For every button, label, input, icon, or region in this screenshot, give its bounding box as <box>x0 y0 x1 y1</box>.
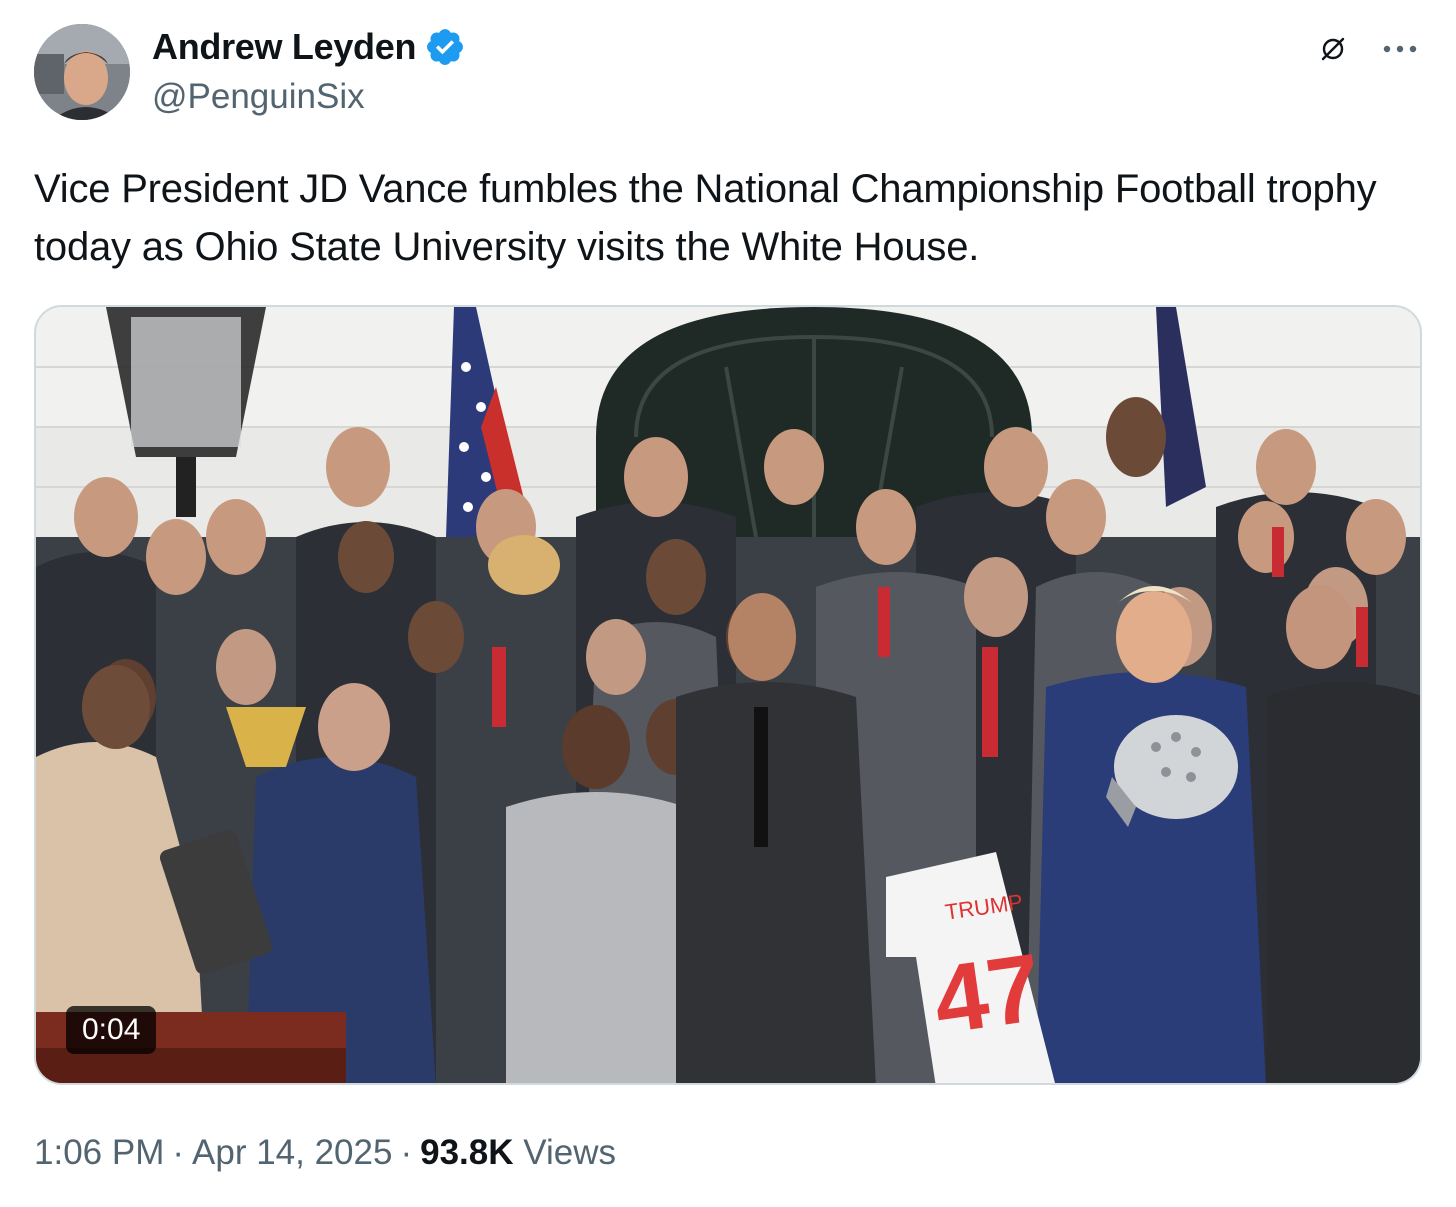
avatar[interactable] <box>34 24 130 120</box>
views-count[interactable]: 93.8K <box>420 1133 513 1172</box>
tweet-text: Vice President JD Vance fumbles the Nati… <box>34 167 1377 269</box>
author-row: Andrew Leyden <box>152 26 466 68</box>
avatar-photo <box>34 24 130 120</box>
tweet-meta: 1:06 PM · Apr 14, 2025 · 93.8K Views <box>34 1133 616 1173</box>
video-duration: 0:04 <box>66 1006 157 1054</box>
grok-icon[interactable] <box>1318 34 1348 64</box>
video-thumbnail: TRUMP 47 <box>36 307 1420 1083</box>
verified-badge-icon <box>427 29 464 65</box>
author-name[interactable]: Andrew Leyden <box>152 26 416 68</box>
jersey-number: 47 <box>927 934 1048 1055</box>
more-icon[interactable] <box>1380 34 1420 64</box>
tweet-time[interactable]: 1:06 PM <box>34 1133 164 1172</box>
meta-separator: · <box>400 1133 413 1172</box>
meta-separator: · <box>172 1133 185 1172</box>
video-player[interactable]: TRUMP 47 <box>34 305 1422 1085</box>
views-label: Views <box>523 1133 616 1172</box>
tweet-date[interactable]: Apr 14, 2025 <box>192 1133 392 1172</box>
author-handle[interactable]: @PenguinSix <box>152 77 365 117</box>
